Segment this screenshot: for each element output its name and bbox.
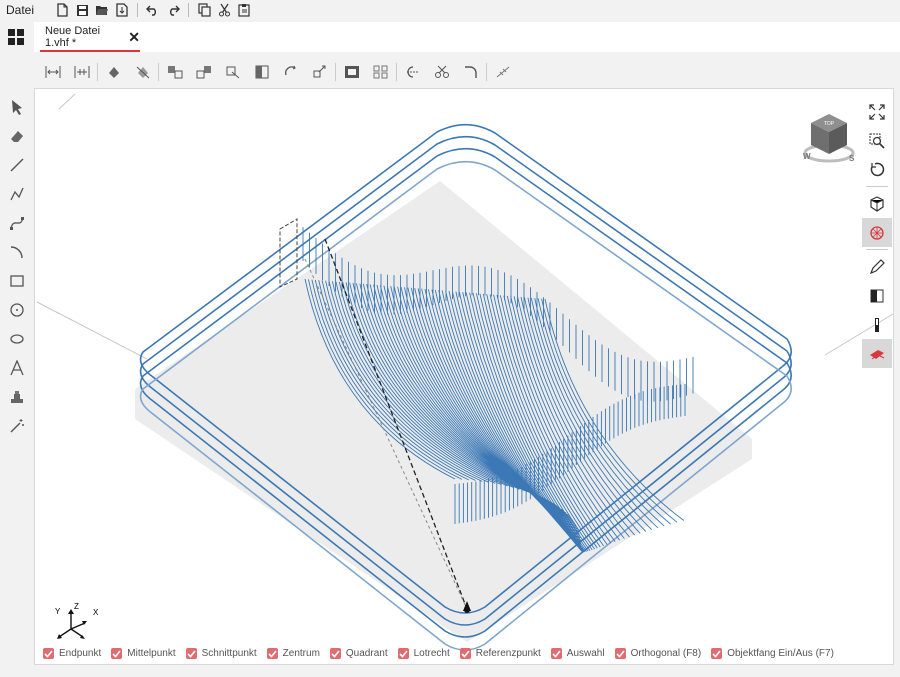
mirror-icon[interactable]: [247, 59, 276, 85]
snap-perpendicular[interactable]: Lotrecht: [397, 647, 450, 659]
cut-icon[interactable]: [214, 1, 234, 19]
text-icon[interactable]: [0, 353, 34, 382]
axis-y-label: Y: [55, 607, 61, 616]
checkbox[interactable]: [459, 647, 471, 659]
polyline-icon[interactable]: [0, 179, 34, 208]
left-tool-panel: [0, 92, 34, 440]
tab-document[interactable]: Neue Datei 1.vhf * ✕: [34, 22, 140, 52]
sphere-view-icon[interactable]: [862, 218, 892, 247]
fill-icon[interactable]: [99, 59, 128, 85]
copy-icon[interactable]: [194, 1, 214, 19]
axis-indicator: Y Z X: [55, 602, 99, 639]
snap-reference-point[interactable]: Referenzpunkt: [459, 647, 541, 659]
checkbox[interactable]: [266, 647, 278, 659]
toolbar-separator: [188, 3, 190, 17]
fillet-icon[interactable]: [456, 59, 485, 85]
zoom-window-icon[interactable]: [862, 126, 892, 155]
clear-fill-icon[interactable]: [128, 59, 157, 85]
pen-icon[interactable]: [862, 252, 892, 281]
magic-wand-icon[interactable]: [0, 411, 34, 440]
snap-toggle[interactable]: Objektfang Ein/Aus (F7): [711, 647, 834, 659]
ribbon-separator: [97, 63, 98, 81]
menu-bar: Datei: [0, 0, 900, 20]
rectangle-icon[interactable]: [0, 266, 34, 295]
checkbox[interactable]: [711, 647, 723, 659]
snap-options-bar: Endpunkt Mittelpunkt Schnittpunkt Zentru…: [43, 646, 844, 660]
cut-scissors-icon[interactable]: [427, 59, 456, 85]
menu-file[interactable]: Datei: [0, 3, 40, 17]
rotate-icon[interactable]: [276, 59, 305, 85]
transform-icon[interactable]: [218, 59, 247, 85]
trim-icon[interactable]: [398, 59, 427, 85]
tab-strip: Neue Datei 1.vhf * ✕: [34, 22, 900, 52]
document-tab-row: Neue Datei 1.vhf * ✕: [0, 20, 900, 54]
ellipse-icon[interactable]: [0, 324, 34, 353]
close-icon[interactable]: ✕: [128, 30, 140, 44]
snap-intersection[interactable]: Schnittpunkt: [185, 647, 257, 659]
checkbox[interactable]: [43, 647, 54, 659]
frame-icon[interactable]: [337, 59, 366, 85]
checkbox[interactable]: [329, 647, 341, 659]
ribbon-separator: [396, 63, 397, 81]
ribbon-separator: [486, 63, 487, 81]
rotate-view-icon[interactable]: [862, 155, 892, 184]
navigation-cube[interactable]: TOP W S: [799, 109, 859, 169]
navcube-top-label: TOP: [824, 121, 835, 127]
checkbox[interactable]: [550, 647, 562, 659]
active-tab-indicator: [40, 50, 140, 52]
tab-title: Neue Datei 1.vhf *: [45, 25, 101, 49]
bezier-icon[interactable]: [0, 208, 34, 237]
checkbox[interactable]: [397, 647, 409, 659]
line-icon[interactable]: [0, 150, 34, 179]
fit-view-icon[interactable]: [862, 97, 892, 126]
navcube-south-label: S: [849, 154, 855, 163]
tool-divider: [866, 186, 888, 187]
material-icon[interactable]: [862, 281, 892, 310]
navcube-west-label: W: [803, 152, 811, 161]
quick-access-toolbar: [52, 1, 254, 19]
snap-selection[interactable]: Auswahl: [550, 647, 605, 659]
paste-icon[interactable]: [234, 1, 254, 19]
ribbon-separator: [158, 63, 159, 81]
snap-quadrant[interactable]: Quadrant: [329, 647, 388, 659]
drawing-canvas[interactable]: TOP W S Y Z X Endpunkt Mittelpunkt Schni…: [34, 88, 894, 665]
ribbon-separator: [335, 63, 336, 81]
redo-icon[interactable]: [163, 1, 183, 19]
ribbon-toolbar: [34, 56, 900, 88]
undo-icon[interactable]: [143, 1, 163, 19]
align-vertical-icon[interactable]: [67, 59, 96, 85]
array-icon[interactable]: [366, 59, 395, 85]
measure-icon[interactable]: [488, 59, 517, 85]
export-icon[interactable]: [112, 1, 132, 19]
new-file-icon[interactable]: [52, 1, 72, 19]
tool-icon[interactable]: [862, 310, 892, 339]
align-horizontal-icon[interactable]: [38, 59, 67, 85]
cube-view-icon[interactable]: [862, 189, 892, 218]
ungroup-icon[interactable]: [189, 59, 218, 85]
open-folder-icon[interactable]: [92, 1, 112, 19]
checkbox[interactable]: [614, 647, 626, 659]
snap-center[interactable]: Zentrum: [266, 647, 320, 659]
axis-x-label: X: [93, 608, 99, 617]
select-arrow-icon[interactable]: [0, 92, 34, 121]
scene-3d-view[interactable]: [35, 89, 893, 664]
checkbox[interactable]: [185, 647, 197, 659]
snap-midpoint[interactable]: Mittelpunkt: [111, 647, 176, 659]
simulation-icon[interactable]: [862, 339, 892, 368]
eraser-icon[interactable]: [0, 121, 34, 150]
snap-orthogonal[interactable]: Orthogonal (F8): [614, 647, 701, 659]
axis-z-label: Z: [74, 602, 79, 611]
save-icon[interactable]: [72, 1, 92, 19]
arc-icon[interactable]: [0, 237, 34, 266]
app-menu-icon[interactable]: [8, 29, 24, 45]
group-icon[interactable]: [160, 59, 189, 85]
checkbox[interactable]: [111, 647, 123, 659]
view-tool-panel: [862, 97, 892, 368]
snap-endpoint[interactable]: Endpunkt: [43, 647, 101, 659]
tool-divider: [866, 249, 888, 250]
scale-icon[interactable]: [305, 59, 334, 85]
bitmap-icon[interactable]: [0, 382, 34, 411]
circle-icon[interactable]: [0, 295, 34, 324]
toolbar-separator: [137, 3, 139, 17]
